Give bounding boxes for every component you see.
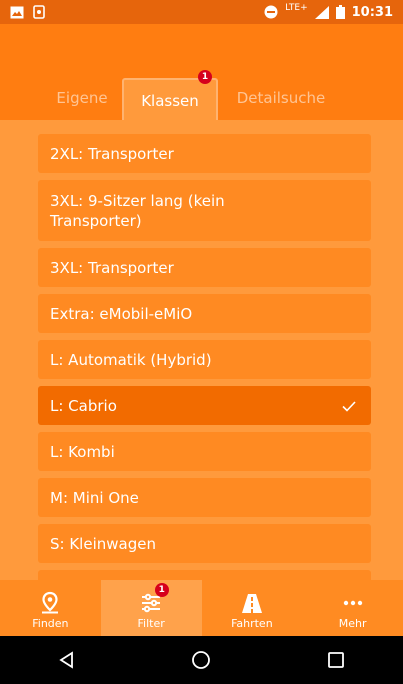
item-label: L: Kombi <box>50 442 115 461</box>
recents-square-icon <box>327 652 344 668</box>
map-pin-icon <box>42 591 59 614</box>
recents-button[interactable] <box>316 640 356 680</box>
signal-icon <box>314 5 329 19</box>
tab-eigene[interactable]: Eigene <box>48 76 116 120</box>
tab-detailsuche[interactable]: Detailsuche <box>226 76 336 120</box>
more-dots-icon <box>343 600 362 606</box>
nav-label: Finden <box>32 617 69 630</box>
item-label: M: Mini One <box>50 488 139 507</box>
nav-mehr[interactable]: Mehr <box>302 580 403 636</box>
screenshot-notification-icon <box>33 5 45 19</box>
item-label: 3XL: Transporter <box>50 258 174 277</box>
nav-label: Filter <box>137 617 165 630</box>
item-label: 2XL: Transporter <box>50 144 174 163</box>
list-item[interactable]: L: Automatik (Hybrid) <box>38 340 371 379</box>
home-button[interactable] <box>181 640 221 680</box>
image-notification-icon <box>10 6 24 18</box>
back-button[interactable] <box>47 640 87 680</box>
road-icon <box>241 594 262 613</box>
filter-badge: 1 <box>154 583 169 597</box>
list-item[interactable]: 3XL: Transporter <box>38 248 371 287</box>
checkmark-icon <box>342 400 356 412</box>
bottom-navigation: Finden 1 Filter Fahrten Mehr <box>0 580 403 636</box>
nav-finden[interactable]: Finden <box>0 580 101 636</box>
item-label: 3XL: 9-Sitzer lang (kein Transporter) <box>50 191 225 230</box>
list-item-partial[interactable] <box>38 570 371 580</box>
item-label: Extra: eMobil-eMiO <box>50 304 193 323</box>
list-item[interactable]: S: Kleinwagen <box>38 524 371 563</box>
back-triangle-icon <box>59 651 74 669</box>
item-label: L: Cabrio <box>50 396 117 415</box>
nav-label: Fahrten <box>231 617 273 630</box>
clock: 10:31 <box>351 4 393 20</box>
nav-fahrten[interactable]: Fahrten <box>202 580 303 636</box>
nav-filter[interactable]: 1 Filter <box>100 580 202 636</box>
nav-label: Mehr <box>338 617 367 630</box>
do-not-disturb-icon <box>264 5 278 19</box>
tab-badge: 1 <box>198 70 212 84</box>
tab-klassen[interactable]: Klassen 1 <box>122 70 218 120</box>
list-item[interactable]: L: Kombi <box>38 432 371 471</box>
vehicle-class-list: 2XL: Transporter 3XL: 9-Sitzer lang (kei… <box>38 134 371 580</box>
network-type: LTE+ <box>285 3 308 13</box>
list-item[interactable]: 2XL: Transporter <box>38 134 371 173</box>
list-item-selected[interactable]: L: Cabrio <box>38 386 371 425</box>
list-item[interactable]: Extra: eMobil-eMiO <box>38 294 371 333</box>
home-circle-icon <box>192 651 211 669</box>
tab-bar: Eigene Klassen 1 Detailsuche <box>0 70 403 120</box>
list-item[interactable]: M: Mini One <box>38 478 371 517</box>
item-label: S: Kleinwagen <box>50 534 156 553</box>
tab-label: Klassen <box>141 92 199 110</box>
item-label: L: Automatik (Hybrid) <box>50 350 212 369</box>
battery-icon <box>335 5 345 19</box>
system-navigation-bar <box>0 636 403 684</box>
list-item[interactable]: 3XL: 9-Sitzer lang (kein Transporter) <box>38 180 371 241</box>
status-bar: LTE+ 10:31 <box>0 0 403 24</box>
app-header: Eigene Klassen 1 Detailsuche <box>0 24 403 120</box>
